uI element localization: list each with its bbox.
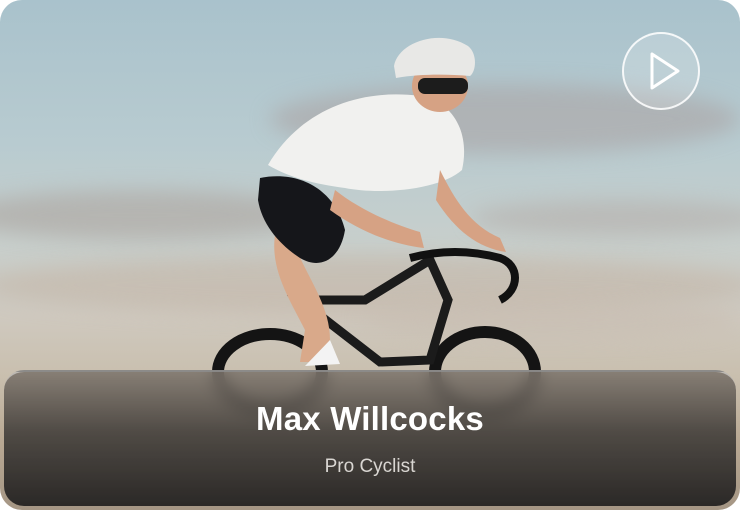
rider-shorts: [258, 176, 345, 263]
play-button[interactable]: [622, 32, 700, 110]
rider-arm: [436, 170, 506, 252]
athlete-role: Pro Cyclist: [324, 456, 416, 477]
rider-arm: [330, 190, 424, 248]
rider-sunglasses: [418, 78, 468, 94]
athlete-name: Max Willcocks: [256, 400, 484, 437]
info-panel: Max Willcocks Pro Cyclist: [4, 370, 736, 506]
rider-helmet: [394, 37, 475, 78]
play-icon: [650, 52, 680, 90]
profile-card[interactable]: Max Willcocks Pro Cyclist: [0, 0, 740, 510]
